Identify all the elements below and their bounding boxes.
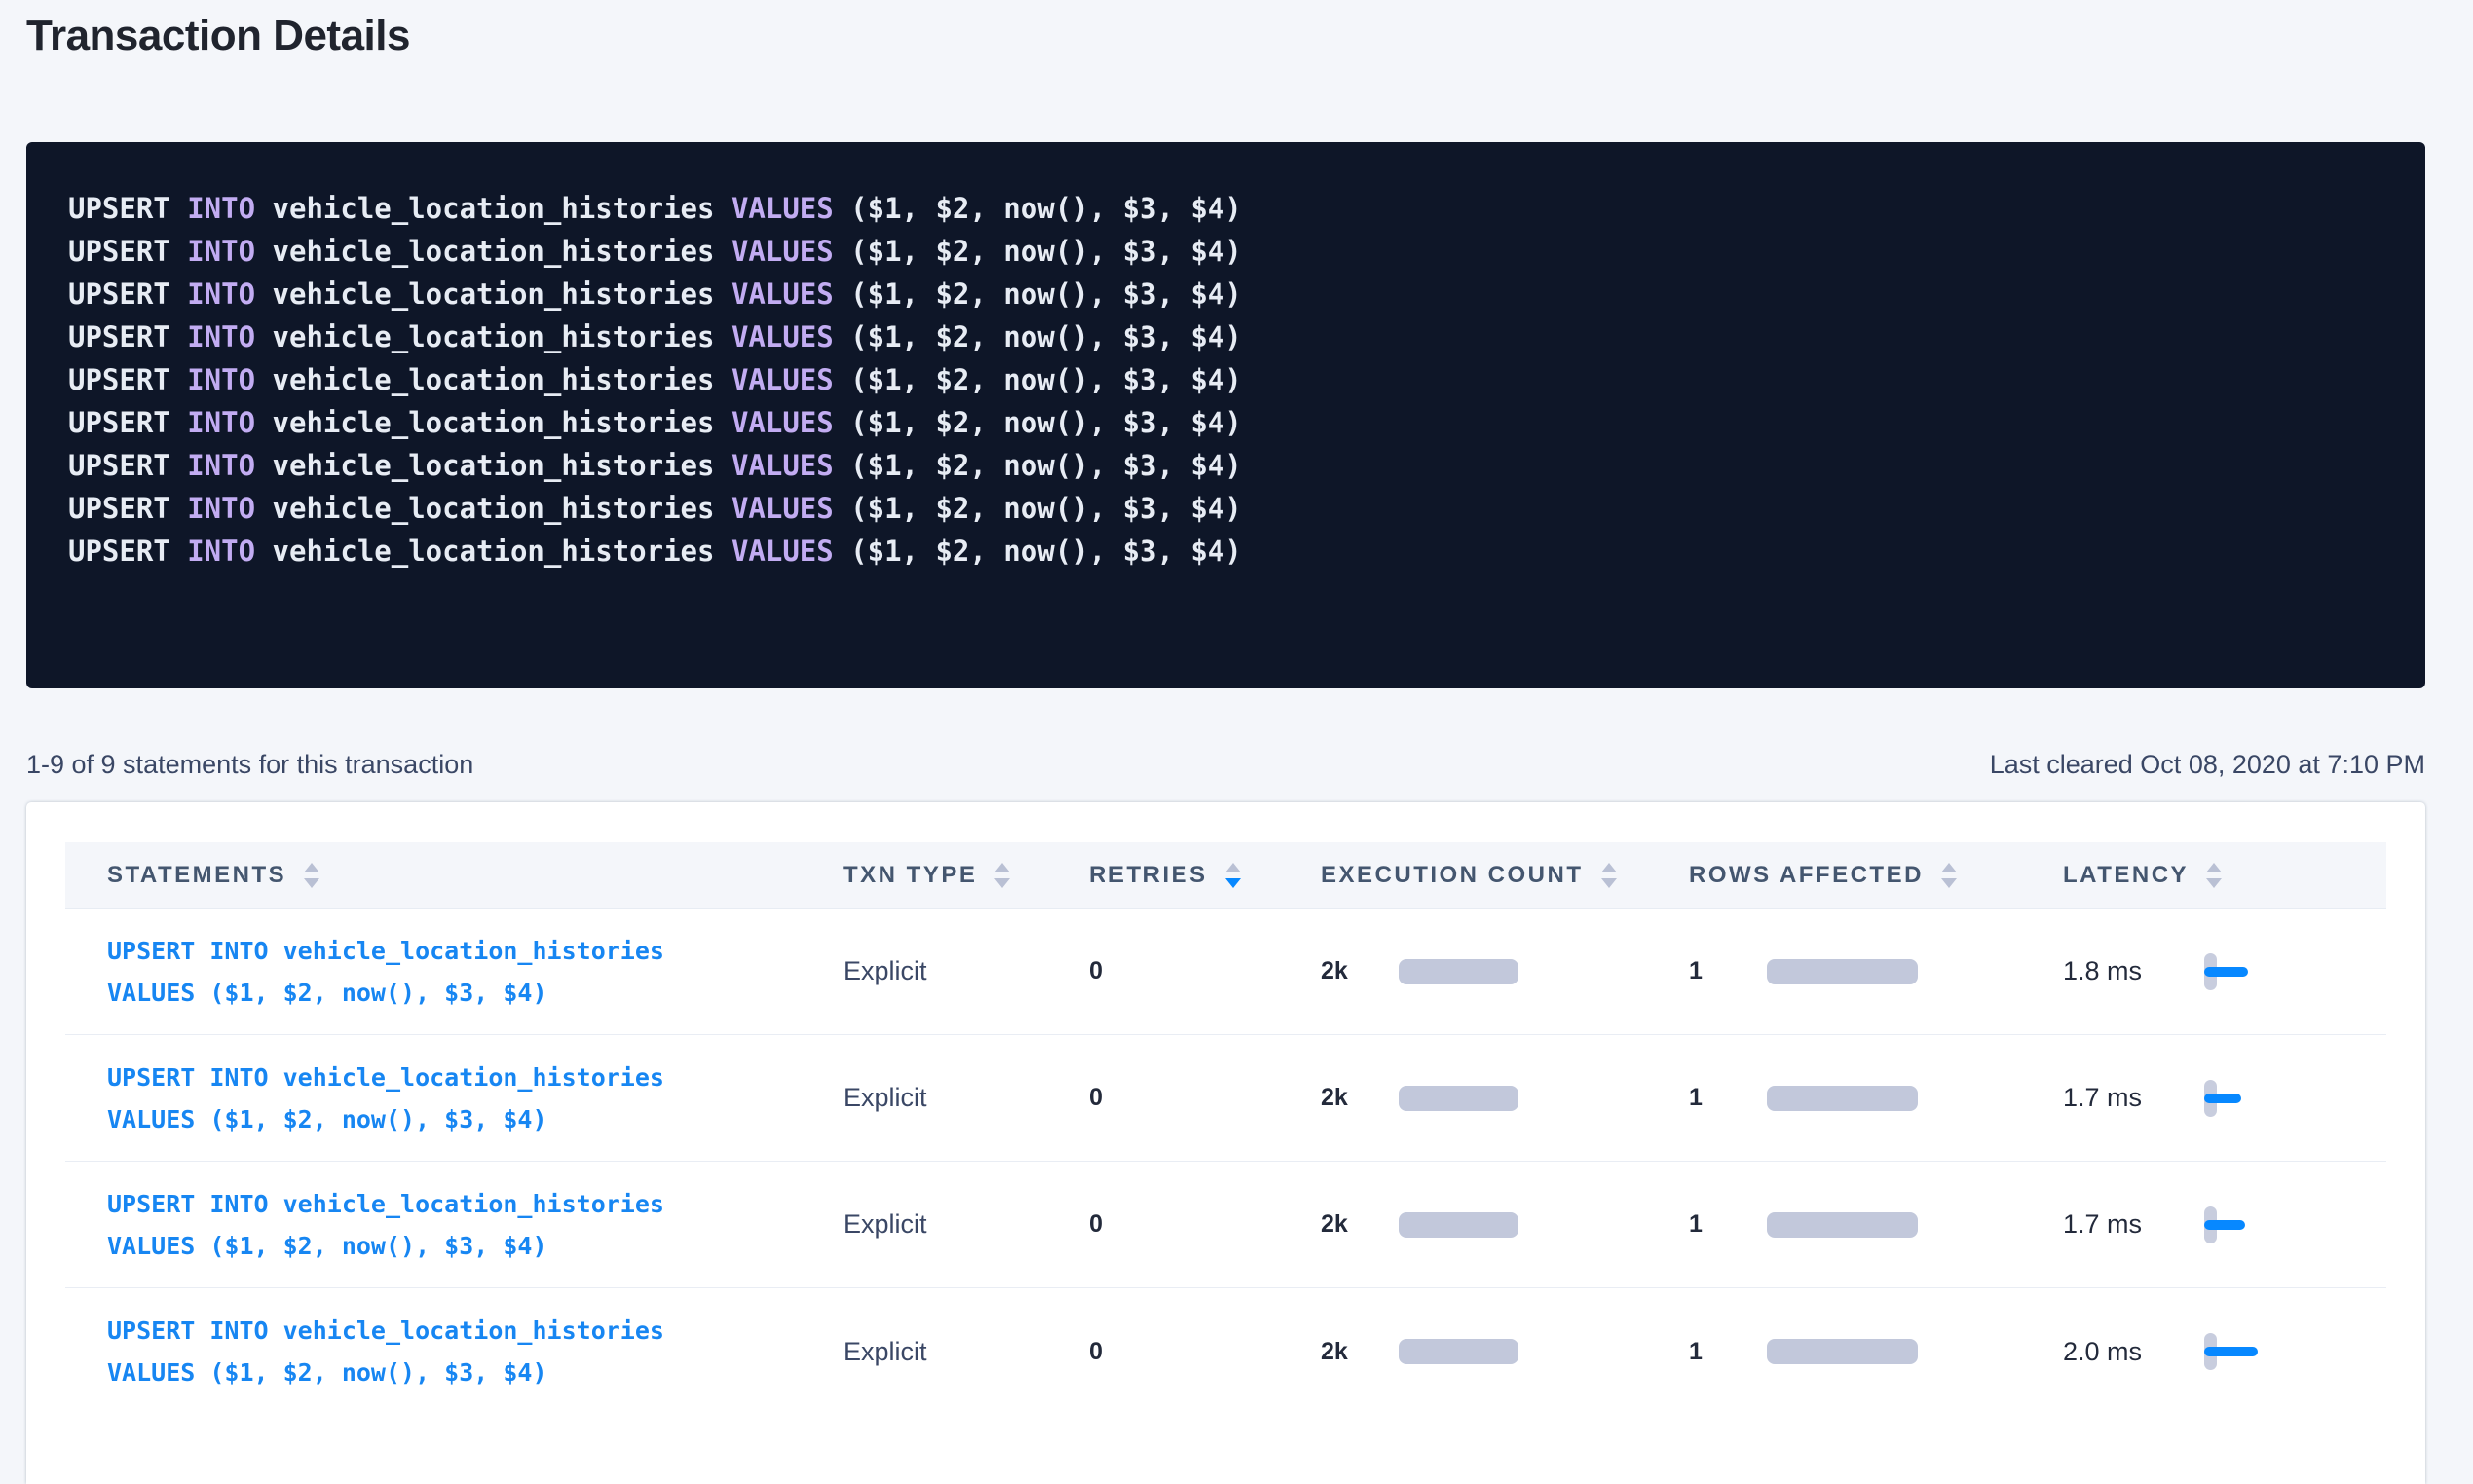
sort-arrows-icon	[304, 863, 319, 888]
latency-bar-chart	[2204, 952, 2272, 991]
sql-line: UPSERT INTO vehicle_location_histories V…	[68, 444, 2386, 487]
table-header-row: STATEMENTS TXN TYPE RETRIES EXECUTION CO…	[65, 842, 2386, 909]
latency-cell: 1.8 ms	[2052, 952, 2386, 991]
sort-arrows-icon	[1225, 863, 1241, 888]
execution-count-cell: 2k	[1310, 1084, 1678, 1112]
statements-count-text: 1-9 of 9 statements for this transaction	[26, 750, 473, 780]
statement-link[interactable]: UPSERT INTO vehicle_location_histories V…	[65, 1057, 833, 1140]
sql-line: UPSERT INTO vehicle_location_histories V…	[68, 315, 2386, 358]
column-header-latency[interactable]: LATENCY	[2052, 862, 2386, 889]
column-header-txn-type[interactable]: TXN TYPE	[833, 862, 1078, 889]
table-row: UPSERT INTO vehicle_location_histories V…	[65, 1162, 2386, 1288]
retries-cell: 0	[1078, 1084, 1310, 1112]
execution-count-bar	[1399, 1339, 1518, 1364]
execution-count-cell: 2k	[1310, 957, 1678, 985]
rows-affected-cell: 1	[1678, 1338, 2052, 1366]
sort-arrows-icon	[1601, 863, 1617, 888]
table-row: UPSERT INTO vehicle_location_histories V…	[65, 1288, 2386, 1415]
column-label: STATEMENTS	[107, 862, 286, 889]
txn-type-cell: Explicit	[833, 956, 1078, 986]
column-label: RETRIES	[1089, 862, 1208, 889]
statement-link[interactable]: UPSERT INTO vehicle_location_histories V…	[65, 1183, 833, 1267]
execution-count-bar	[1399, 1086, 1518, 1111]
sql-line: UPSERT INTO vehicle_location_histories V…	[68, 187, 2386, 230]
column-label: LATENCY	[2063, 862, 2189, 889]
column-header-rows-affected[interactable]: ROWS AFFECTED	[1678, 862, 2052, 889]
rows-affected-bar	[1767, 959, 1918, 984]
latency-cell: 1.7 ms	[2052, 1079, 2386, 1118]
sort-arrows-icon	[1941, 863, 1957, 888]
column-header-retries[interactable]: RETRIES	[1078, 862, 1310, 889]
sql-line: UPSERT INTO vehicle_location_histories V…	[68, 358, 2386, 401]
latency-bar-chart	[2204, 1079, 2272, 1118]
execution-count-cell: 2k	[1310, 1210, 1678, 1239]
latency-bar-chart	[2204, 1332, 2272, 1371]
retries-cell: 0	[1078, 1338, 1310, 1366]
execution-count-cell: 2k	[1310, 1338, 1678, 1366]
execution-count-bar	[1399, 959, 1518, 984]
page-title: Transaction Details	[26, 12, 410, 60]
statements-table: STATEMENTS TXN TYPE RETRIES EXECUTION CO…	[65, 842, 2386, 1415]
rows-affected-bar	[1767, 1339, 1918, 1364]
sql-line: UPSERT INTO vehicle_location_histories V…	[68, 273, 2386, 315]
rows-affected-cell: 1	[1678, 957, 2052, 985]
latency-cell: 1.7 ms	[2052, 1206, 2386, 1244]
column-label: ROWS AFFECTED	[1689, 862, 1924, 889]
column-header-execution-count[interactable]: EXECUTION COUNT	[1310, 862, 1678, 889]
latency-bar-chart	[2204, 1206, 2272, 1244]
txn-type-cell: Explicit	[833, 1083, 1078, 1113]
summary-bar: 1-9 of 9 statements for this transaction…	[26, 750, 2425, 780]
sql-line: UPSERT INTO vehicle_location_histories V…	[68, 530, 2386, 573]
sort-arrows-icon	[2206, 863, 2222, 888]
txn-type-cell: Explicit	[833, 1337, 1078, 1367]
table-body: UPSERT INTO vehicle_location_histories V…	[65, 909, 2386, 1415]
retries-cell: 0	[1078, 1210, 1310, 1239]
sql-line: UPSERT INTO vehicle_location_histories V…	[68, 230, 2386, 273]
rows-affected-bar	[1767, 1212, 1918, 1238]
sql-line: UPSERT INTO vehicle_location_histories V…	[68, 401, 2386, 444]
statement-link[interactable]: UPSERT INTO vehicle_location_histories V…	[65, 1310, 833, 1393]
execution-count-bar	[1399, 1212, 1518, 1238]
statement-link[interactable]: UPSERT INTO vehicle_location_histories V…	[65, 930, 833, 1014]
latency-cell: 2.0 ms	[2052, 1332, 2386, 1371]
table-row: UPSERT INTO vehicle_location_histories V…	[65, 1035, 2386, 1162]
sql-line: UPSERT INTO vehicle_location_histories V…	[68, 487, 2386, 530]
txn-type-cell: Explicit	[833, 1209, 1078, 1240]
column-label: EXECUTION COUNT	[1321, 862, 1584, 889]
last-cleared-text: Last cleared Oct 08, 2020 at 7:10 PM	[1990, 750, 2425, 780]
table-row: UPSERT INTO vehicle_location_histories V…	[65, 909, 2386, 1035]
column-label: TXN TYPE	[843, 862, 977, 889]
sort-arrows-icon	[994, 863, 1010, 888]
statements-card: STATEMENTS TXN TYPE RETRIES EXECUTION CO…	[26, 802, 2425, 1484]
rows-affected-bar	[1767, 1086, 1918, 1111]
rows-affected-cell: 1	[1678, 1084, 2052, 1112]
rows-affected-cell: 1	[1678, 1210, 2052, 1239]
transaction-sql-viewer: UPSERT INTO vehicle_location_histories V…	[26, 142, 2425, 688]
column-header-statements[interactable]: STATEMENTS	[65, 862, 833, 889]
retries-cell: 0	[1078, 957, 1310, 985]
